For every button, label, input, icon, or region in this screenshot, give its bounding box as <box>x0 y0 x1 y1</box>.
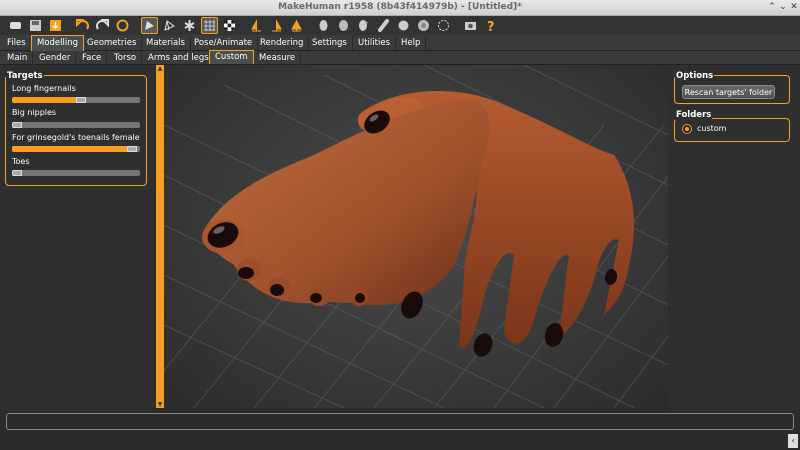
tab-gender[interactable]: Gender <box>34 52 77 65</box>
head-view-icon[interactable] <box>395 17 412 34</box>
slider-fill <box>12 97 76 103</box>
slider-toenails-female[interactable] <box>12 146 140 152</box>
tab-help[interactable]: Help <box>396 36 427 50</box>
tab-measure[interactable]: Measure <box>254 52 302 65</box>
window-title: MakeHuman r1958 (8b43f414979b) - [Untitl… <box>278 2 522 12</box>
status-field <box>6 413 794 430</box>
slider-label-toenails-female: For grinsegold's toenails female <box>12 133 140 142</box>
undo-icon[interactable] <box>74 17 91 34</box>
reset-icon[interactable] <box>114 17 131 34</box>
slider-handle[interactable] <box>12 170 22 176</box>
right-view-icon[interactable] <box>315 17 332 34</box>
tab-settings[interactable]: Settings <box>307 36 353 50</box>
tab-utilities[interactable]: Utilities <box>353 36 396 50</box>
wireframe-icon[interactable] <box>161 17 178 34</box>
slider-handle[interactable] <box>12 122 22 128</box>
toenail-4-shape <box>310 293 322 303</box>
bottom-view-icon[interactable] <box>355 17 372 34</box>
svg-text:?: ? <box>487 20 495 33</box>
toenail-5-shape <box>355 293 365 303</box>
slider-long-fingernails[interactable] <box>12 97 140 103</box>
main-tab-bar: Files Modelling Geometries Materials Pos… <box>0 35 800 51</box>
slider-handle[interactable] <box>76 97 86 103</box>
new-icon[interactable] <box>7 17 24 34</box>
reset-camera-icon[interactable] <box>435 17 452 34</box>
window-titlebar: MakeHuman r1958 (8b43f414979b) - [Untitl… <box>0 0 800 16</box>
toenail-2-shape <box>238 267 254 279</box>
options-title: Options <box>675 71 715 81</box>
slider-label-long-fingernails: Long fingernails <box>12 84 76 93</box>
slider-label-big-nipples: Big nipples <box>12 108 57 117</box>
smooth-icon[interactable] <box>141 17 158 34</box>
tab-main[interactable]: Main <box>2 52 34 65</box>
scroll-down-icon[interactable]: ▼ <box>156 401 164 408</box>
collapse-icon[interactable]: ‹ <box>788 434 798 448</box>
left-scrollbar[interactable]: ▲ ▼ <box>156 65 164 408</box>
3d-viewport[interactable] <box>164 65 668 408</box>
slider-big-nipples[interactable] <box>12 122 140 128</box>
front-view-icon[interactable] <box>248 17 265 34</box>
back-view-icon[interactable] <box>268 17 285 34</box>
close-button[interactable]: ✕ <box>788 2 800 12</box>
redo-icon[interactable] <box>94 17 111 34</box>
tab-geometries[interactable]: Geometries <box>82 36 143 50</box>
scroll-up-icon[interactable]: ▲ <box>156 65 164 72</box>
slider-toes[interactable] <box>12 170 140 176</box>
grid-icon[interactable] <box>201 17 218 34</box>
model-render <box>164 65 668 408</box>
folders-title: Folders <box>675 110 713 120</box>
tab-modelling[interactable]: Modelling <box>31 35 85 51</box>
top-view-icon[interactable] <box>335 17 352 34</box>
pose-icon[interactable] <box>181 17 198 34</box>
fingernail-2-shape <box>473 333 493 357</box>
face-view-icon[interactable] <box>415 17 432 34</box>
export-icon[interactable] <box>47 17 64 34</box>
tab-pose-animate[interactable]: Pose/Animate <box>189 36 259 50</box>
folder-radio-custom[interactable] <box>682 124 692 134</box>
tab-face[interactable]: Face <box>77 52 108 65</box>
tab-custom[interactable]: Custom <box>209 50 254 64</box>
tab-rendering[interactable]: Rendering <box>255 36 310 50</box>
targets-title: Targets <box>6 71 44 81</box>
left-view-icon[interactable] <box>288 17 305 34</box>
help-icon[interactable]: ? <box>482 17 499 34</box>
slider-label-toes: Toes <box>12 157 30 166</box>
checker-icon[interactable] <box>221 17 238 34</box>
slider-fill <box>12 146 128 152</box>
left-panel: Targets Long fingernails Big nipples For… <box>0 65 155 410</box>
rescan-targets-button[interactable]: Rescan targets' folder <box>682 85 775 99</box>
right-panel: Options Rescan targets' folder Folders c… <box>668 65 800 410</box>
status-bar: ‹ <box>0 410 800 450</box>
side-view-icon[interactable] <box>375 17 392 34</box>
tab-arms-and-legs[interactable]: Arms and legs <box>143 52 215 65</box>
main-toolbar: ? <box>0 16 800 35</box>
folder-label-custom: custom <box>697 124 727 133</box>
slider-handle[interactable] <box>127 146 138 152</box>
tab-materials[interactable]: Materials <box>141 36 191 50</box>
save-icon[interactable] <box>27 17 44 34</box>
tab-files[interactable]: Files <box>2 36 32 50</box>
tab-torso[interactable]: Torso <box>109 52 143 65</box>
toenail-3-shape <box>270 284 284 296</box>
screenshot-icon[interactable] <box>462 17 479 34</box>
sub-tab-bar: Main Gender Face Torso Arms and legs Cus… <box>0 50 800 65</box>
